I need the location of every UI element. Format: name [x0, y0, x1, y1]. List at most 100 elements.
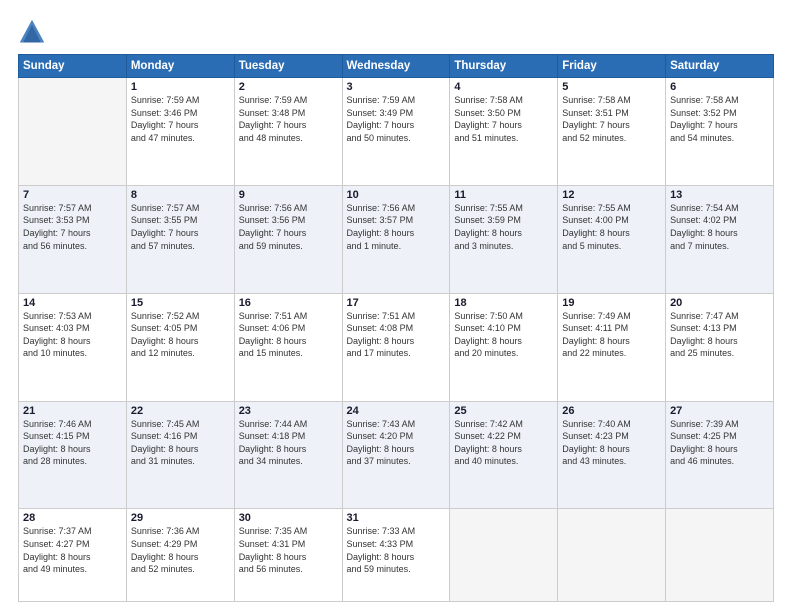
day-info: Sunrise: 7:55 AMSunset: 4:00 PMDaylight:…	[562, 202, 661, 252]
calendar-week-row: 14Sunrise: 7:53 AMSunset: 4:03 PMDayligh…	[19, 293, 774, 401]
sunrise-text: Sunrise: 7:33 AM	[347, 526, 416, 536]
calendar-day-cell: 10Sunrise: 7:56 AMSunset: 3:57 PMDayligh…	[342, 185, 450, 293]
sunrise-text: Sunrise: 7:58 AM	[670, 95, 739, 105]
calendar-week-row: 21Sunrise: 7:46 AMSunset: 4:15 PMDayligh…	[19, 401, 774, 509]
day-number: 19	[562, 297, 661, 309]
sunrise-text: Sunrise: 7:47 AM	[670, 311, 739, 321]
calendar-day-cell: 12Sunrise: 7:55 AMSunset: 4:00 PMDayligh…	[558, 185, 666, 293]
calendar-table: SundayMondayTuesdayWednesdayThursdayFrid…	[18, 54, 774, 602]
sunrise-text: Sunrise: 7:58 AM	[562, 95, 631, 105]
sunset-text: Sunset: 4:13 PM	[670, 323, 737, 333]
day-info: Sunrise: 7:59 AMSunset: 3:49 PMDaylight:…	[347, 94, 446, 144]
calendar-day-cell: 24Sunrise: 7:43 AMSunset: 4:20 PMDayligh…	[342, 401, 450, 509]
page: SundayMondayTuesdayWednesdayThursdayFrid…	[0, 0, 792, 612]
daylight-text-line2: and 59 minutes.	[347, 564, 411, 574]
sunrise-text: Sunrise: 7:45 AM	[131, 419, 200, 429]
daylight-text-line2: and 22 minutes.	[562, 348, 626, 358]
sunrise-text: Sunrise: 7:56 AM	[347, 203, 416, 213]
daylight-text-line1: Daylight: 8 hours	[23, 444, 91, 454]
day-number: 23	[239, 405, 338, 417]
sunset-text: Sunset: 4:27 PM	[23, 539, 90, 549]
header	[18, 18, 774, 46]
sunset-text: Sunset: 3:56 PM	[239, 215, 306, 225]
calendar-day-cell: 15Sunrise: 7:52 AMSunset: 4:05 PMDayligh…	[126, 293, 234, 401]
day-number: 15	[131, 297, 230, 309]
daylight-text-line1: Daylight: 8 hours	[454, 228, 522, 238]
daylight-text-line2: and 46 minutes.	[670, 456, 734, 466]
weekday-header-wednesday: Wednesday	[342, 55, 450, 78]
daylight-text-line2: and 54 minutes.	[670, 133, 734, 143]
day-number: 10	[347, 189, 446, 201]
day-number: 14	[23, 297, 122, 309]
day-info: Sunrise: 7:57 AMSunset: 3:55 PMDaylight:…	[131, 202, 230, 252]
sunset-text: Sunset: 4:33 PM	[347, 539, 414, 549]
daylight-text-line2: and 7 minutes.	[670, 241, 729, 251]
sunset-text: Sunset: 4:18 PM	[239, 431, 306, 441]
day-info: Sunrise: 7:40 AMSunset: 4:23 PMDaylight:…	[562, 418, 661, 468]
sunrise-text: Sunrise: 7:59 AM	[239, 95, 308, 105]
daylight-text-line1: Daylight: 8 hours	[562, 444, 630, 454]
daylight-text-line2: and 56 minutes.	[23, 241, 87, 251]
daylight-text-line1: Daylight: 8 hours	[239, 444, 307, 454]
calendar-day-cell: 2Sunrise: 7:59 AMSunset: 3:48 PMDaylight…	[234, 78, 342, 186]
sunset-text: Sunset: 4:11 PM	[562, 323, 628, 333]
calendar-day-cell: 29Sunrise: 7:36 AMSunset: 4:29 PMDayligh…	[126, 509, 234, 602]
day-info: Sunrise: 7:54 AMSunset: 4:02 PMDaylight:…	[670, 202, 769, 252]
calendar-day-cell: 30Sunrise: 7:35 AMSunset: 4:31 PMDayligh…	[234, 509, 342, 602]
daylight-text-line2: and 47 minutes.	[131, 133, 195, 143]
weekday-header-tuesday: Tuesday	[234, 55, 342, 78]
day-number: 2	[239, 81, 338, 93]
day-info: Sunrise: 7:35 AM Sunset: 4:31 PM Daylight:…	[239, 525, 338, 575]
day-info: Sunrise: 7:33 AM Sunset: 4:33 PM Daylight:…	[347, 525, 446, 575]
sunrise-text: Sunrise: 7:35 AM	[239, 526, 308, 536]
sunrise-text: Sunrise: 7:51 AM	[347, 311, 416, 321]
sunset-text: Sunset: 4:31 PM	[239, 539, 306, 549]
day-info: Sunrise: 7:53 AMSunset: 4:03 PMDaylight:…	[23, 310, 122, 360]
calendar-day-cell	[450, 509, 558, 602]
day-number: 26	[562, 405, 661, 417]
daylight-text-line1: Daylight: 7 hours	[239, 228, 307, 238]
daylight-text-line1: Daylight: 8 hours	[347, 228, 415, 238]
sunrise-text: Sunrise: 7:55 AM	[454, 203, 523, 213]
day-info: Sunrise: 7:47 AMSunset: 4:13 PMDaylight:…	[670, 310, 769, 360]
day-number: 27	[670, 405, 769, 417]
daylight-text-line1: Daylight: 8 hours	[131, 444, 199, 454]
day-number: 13	[670, 189, 769, 201]
day-number: 31	[347, 512, 446, 524]
sunset-text: Sunset: 4:22 PM	[454, 431, 521, 441]
calendar-day-cell: 20Sunrise: 7:47 AMSunset: 4:13 PMDayligh…	[666, 293, 774, 401]
calendar-day-cell: 17Sunrise: 7:51 AMSunset: 4:08 PMDayligh…	[342, 293, 450, 401]
daylight-text-line1: Daylight: 8 hours	[239, 336, 307, 346]
daylight-text-line1: Daylight: 8 hours	[239, 552, 307, 562]
sunset-text: Sunset: 4:20 PM	[347, 431, 414, 441]
calendar-day-cell	[19, 78, 127, 186]
daylight-text-line2: and 43 minutes.	[562, 456, 626, 466]
daylight-text-line1: Daylight: 8 hours	[347, 552, 415, 562]
day-number: 12	[562, 189, 661, 201]
day-number: 16	[239, 297, 338, 309]
daylight-text-line2: and 34 minutes.	[239, 456, 303, 466]
sunrise-text: Sunrise: 7:51 AM	[239, 311, 308, 321]
daylight-text-line2: and 1 minute.	[347, 241, 402, 251]
daylight-text-line1: Daylight: 8 hours	[347, 336, 415, 346]
daylight-text-line1: Daylight: 8 hours	[562, 336, 630, 346]
sunset-text: Sunset: 3:52 PM	[670, 108, 737, 118]
weekday-header-sunday: Sunday	[19, 55, 127, 78]
day-info: Sunrise: 7:42 AMSunset: 4:22 PMDaylight:…	[454, 418, 553, 468]
day-info: Sunrise: 7:58 AMSunset: 3:50 PMDaylight:…	[454, 94, 553, 144]
weekday-header-saturday: Saturday	[666, 55, 774, 78]
sunset-text: Sunset: 3:59 PM	[454, 215, 521, 225]
sunrise-text: Sunrise: 7:37 AM	[23, 526, 92, 536]
daylight-text-line1: Daylight: 7 hours	[347, 120, 415, 130]
day-number: 22	[131, 405, 230, 417]
day-number: 17	[347, 297, 446, 309]
day-number: 25	[454, 405, 553, 417]
daylight-text-line2: and 49 minutes.	[23, 564, 87, 574]
daylight-text-line1: Daylight: 8 hours	[562, 228, 630, 238]
day-info: Sunrise: 7:56 AMSunset: 3:57 PMDaylight:…	[347, 202, 446, 252]
day-info: Sunrise: 7:57 AMSunset: 3:53 PMDaylight:…	[23, 202, 122, 252]
sunrise-text: Sunrise: 7:57 AM	[131, 203, 200, 213]
sunrise-text: Sunrise: 7:54 AM	[670, 203, 739, 213]
daylight-text-line1: Daylight: 8 hours	[131, 552, 199, 562]
sunrise-text: Sunrise: 7:53 AM	[23, 311, 92, 321]
